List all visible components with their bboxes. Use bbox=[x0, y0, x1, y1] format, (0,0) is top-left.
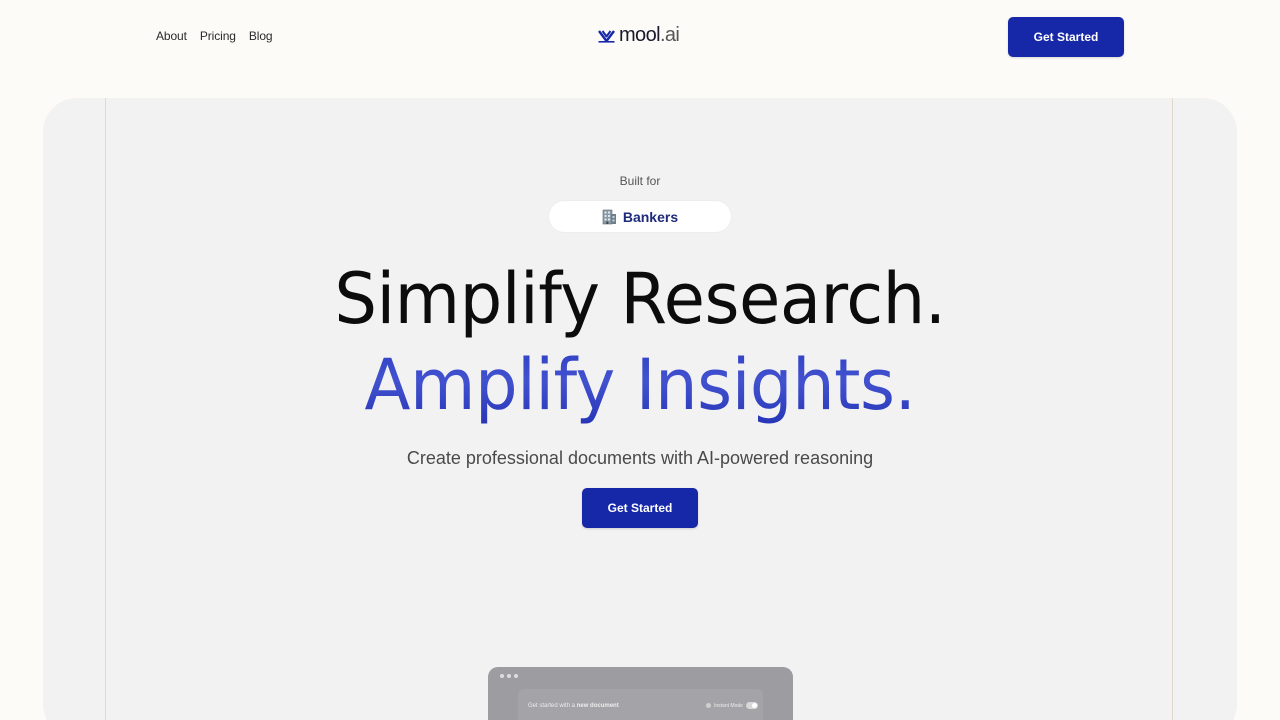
audience-pill: Bankers bbox=[549, 201, 731, 232]
window-dot bbox=[514, 674, 518, 678]
hero-get-started-button[interactable]: Get Started bbox=[582, 488, 698, 528]
app-preview: Get started with a new document Instant … bbox=[488, 667, 793, 720]
nav-link-pricing[interactable]: Pricing bbox=[200, 29, 236, 43]
window-dot bbox=[500, 674, 504, 678]
window-controls bbox=[500, 674, 518, 678]
instant-mode-toggle: Instant Mode bbox=[706, 702, 758, 709]
hero-subtitle: Create professional documents with AI-po… bbox=[406, 448, 874, 468]
headline-secondary: Amplify Insights. bbox=[364, 344, 916, 426]
top-nav: About Pricing Blog bbox=[156, 29, 273, 43]
logo-wordmark: mool.ai bbox=[619, 24, 680, 46]
mool-logo-icon bbox=[598, 29, 615, 43]
header-get-started-button[interactable]: Get Started bbox=[1008, 17, 1124, 57]
window-dot bbox=[507, 674, 511, 678]
hero-section: Built for Bankers Simplify Research. Amp… bbox=[43, 98, 1237, 720]
preview-prompt: Get started with a new document bbox=[528, 703, 619, 709]
built-for-label: Built for bbox=[619, 174, 661, 188]
headline-primary: Simplify Research. bbox=[334, 258, 946, 340]
instant-mode-label: Instant Mode bbox=[714, 702, 743, 709]
audience-label: Bankers bbox=[622, 208, 679, 225]
office-building-icon bbox=[602, 209, 616, 224]
site-header: About Pricing Blog mool.ai Get Started bbox=[0, 0, 1280, 74]
toggle-switch bbox=[745, 702, 758, 709]
toggle-indicator-icon bbox=[706, 703, 711, 708]
brand-logo[interactable]: mool.ai bbox=[598, 24, 680, 47]
nav-link-blog[interactable]: Blog bbox=[249, 29, 273, 43]
nav-link-about[interactable]: About bbox=[156, 29, 187, 43]
